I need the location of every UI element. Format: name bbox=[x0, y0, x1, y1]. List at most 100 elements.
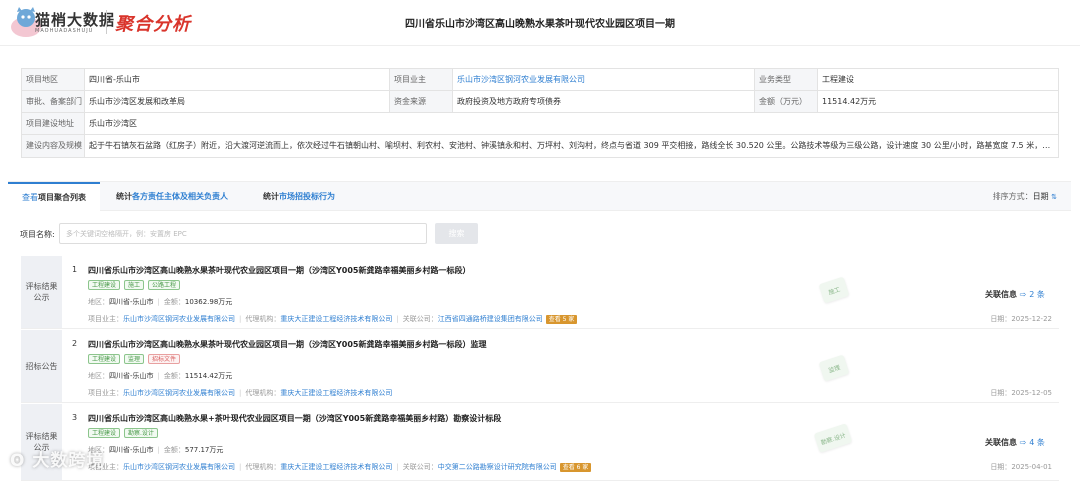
tab-bar: 查看项目聚合列表 统计各方责任主体及相关负责人 统计市场招投标行为 排序方式：日… bbox=[8, 181, 1071, 211]
owner-link[interactable]: 乐山市沙湾区钢河农业发展有限公司 bbox=[123, 315, 235, 323]
row-index: 2 bbox=[72, 339, 78, 348]
owner-link[interactable]: 乐山市沙湾区钢河农业发展有限公司 bbox=[123, 463, 235, 471]
region-label: 地区： bbox=[88, 298, 109, 306]
info-label: 建设内容及规模 bbox=[22, 135, 85, 157]
row-parties: 项目业主：乐山市沙湾区钢河农业发展有限公司 | 代理机构：重庆大正建设工程经济技术有… bbox=[88, 389, 393, 397]
category-stamp: 施工 bbox=[818, 276, 850, 304]
view-companies-badge[interactable]: 查看 5 家 bbox=[545, 315, 578, 324]
tag: 勘察.设计 bbox=[124, 428, 158, 438]
tag: 施工 bbox=[124, 280, 145, 290]
row-index: 3 bbox=[72, 413, 78, 422]
list-item[interactable]: 招标公告 2 四川省乐山市沙湾区高山晚熟水果茶叶现代农业园区项目一期（沙湾区Y0… bbox=[21, 330, 1059, 403]
info-label: 项目业主 bbox=[390, 69, 453, 90]
agent-link[interactable]: 重庆大正建设工程经济技术有限公司 bbox=[280, 315, 392, 323]
tag-list: 工程建设 监理 招标文件 bbox=[88, 354, 181, 364]
amount-value: 577.17万元 bbox=[184, 446, 224, 454]
owner-label: 项目业主： bbox=[88, 389, 123, 397]
sort-control[interactable]: 排序方式：日期 ⇅ bbox=[993, 182, 1057, 212]
info-row: 建设内容及规模 起于牛石镇灰石盆路（红房子）附近，沿大渡河逆流而上，依次经过牛石… bbox=[22, 135, 1058, 157]
row-date: 日期：2025-12-05 bbox=[990, 388, 1052, 398]
related-link[interactable]: 中交第二公路勘察设计研究院有限公司 bbox=[438, 463, 557, 471]
amount-label: 金额： bbox=[163, 446, 185, 454]
tag-list: 工程建设 施工 公路工程 bbox=[88, 280, 181, 290]
agent-link[interactable]: 重庆大正建设工程经济技术有限公司 bbox=[280, 389, 392, 397]
info-value: 乐山市沙湾区发展和改革局 bbox=[85, 91, 390, 112]
arrow-right-icon: ⇨ bbox=[1019, 290, 1027, 299]
tag: 公路工程 bbox=[148, 280, 181, 290]
agent-label: 代理机构： bbox=[245, 315, 281, 323]
tab-label: 项目聚合列表 bbox=[38, 193, 86, 202]
amount-value: 10362.98万元 bbox=[184, 298, 233, 306]
tab-prefix: 查看 bbox=[22, 193, 38, 202]
tab-bidding-behavior[interactable]: 统计市场招投标行为 bbox=[263, 182, 335, 211]
row-title-link[interactable]: 四川省乐山市沙湾区高山晚熟水果茶叶现代农业园区项目一期（沙湾区Y005新龚路幸福… bbox=[88, 339, 487, 350]
tab-aggregate-list[interactable]: 查看项目聚合列表 bbox=[8, 182, 100, 211]
info-label: 项目地区 bbox=[22, 69, 85, 90]
info-row: 审批、备案部门 乐山市沙湾区发展和改革局 资金来源 政府投资及地方政府专项债券 … bbox=[22, 91, 1058, 113]
date-value: 2025-12-22 bbox=[1011, 315, 1052, 323]
sort-icon: ⇅ bbox=[1051, 193, 1057, 201]
row-title-link[interactable]: 四川省乐山市沙湾区高山晚熟水果+茶叶现代农业园区项目一期（沙湾区Y005新龚路幸… bbox=[88, 413, 501, 424]
agent-link[interactable]: 重庆大正建设工程经济技术有限公司 bbox=[280, 463, 392, 471]
search-button[interactable]: 搜索 bbox=[435, 223, 478, 244]
row-date: 日期：2025-12-22 bbox=[990, 314, 1052, 324]
tab-prefix: 统计 bbox=[116, 192, 132, 201]
info-value: 11514.42万元 bbox=[822, 97, 877, 106]
watermark-text: 大数跨境 bbox=[32, 451, 105, 471]
related-count: 2 条 bbox=[1029, 290, 1045, 299]
arrow-right-icon: ⇨ bbox=[1019, 438, 1027, 447]
sort-label: 排序方式： bbox=[992, 192, 1033, 201]
related-count: 4 条 bbox=[1029, 438, 1045, 447]
agent-label: 代理机构： bbox=[245, 463, 281, 471]
info-label: 资金来源 bbox=[390, 91, 453, 112]
top-header: 猫梢大数据 MAOHUADASHUJU 聚合分析 四川省乐山市沙湾区高山晚熟水果… bbox=[0, 0, 1080, 46]
category-stamp: 勘察.设计 bbox=[813, 423, 853, 453]
list-item[interactable]: 评标结果公示 1 四川省乐山市沙湾区高山晚熟水果茶叶现代农业园区项目一期（沙湾区… bbox=[21, 256, 1059, 329]
related-info-label: 关联信息 bbox=[985, 290, 1017, 299]
date-value: 2025-04-01 bbox=[1011, 463, 1052, 471]
row-meta: 地区：四川省-乐山市 | 金额：577.17万元 bbox=[88, 446, 224, 454]
search-label: 项目名称: bbox=[20, 230, 55, 239]
owner-link[interactable]: 乐山市沙湾区钢河农业发展有限公司 bbox=[123, 389, 235, 397]
tender-document-tag[interactable]: 招标文件 bbox=[148, 354, 181, 364]
related-label: 关联公司： bbox=[402, 463, 438, 471]
amount-value: 11514.42万元 bbox=[184, 372, 233, 380]
related-info-label: 关联信息 bbox=[985, 438, 1017, 447]
info-label: 项目建设地址 bbox=[22, 113, 85, 134]
owner-label: 项目业主： bbox=[88, 315, 123, 323]
region-label: 地区： bbox=[88, 372, 109, 380]
tag-list: 工程建设 勘察.设计 bbox=[88, 428, 158, 438]
notice-type: 招标公告 bbox=[21, 330, 62, 402]
row-meta: 地区：四川省-乐山市 | 金额：10362.98万元 bbox=[88, 298, 233, 306]
related-info-link[interactable]: 关联信息 ⇨ 4 条 bbox=[985, 437, 1045, 448]
tab-responsible-parties[interactable]: 统计各方责任主体及相关负责人 bbox=[116, 182, 228, 211]
tag: 工程建设 bbox=[88, 428, 121, 438]
amount-label: 金额： bbox=[163, 298, 185, 306]
region-value: 四川省-乐山市 bbox=[109, 446, 154, 454]
date-label: 日期： bbox=[990, 389, 1012, 397]
related-label: 关联公司： bbox=[402, 315, 438, 323]
row-parties: 项目业主：乐山市沙湾区钢河农业发展有限公司 | 代理机构：重庆大正建设工程经济技术有… bbox=[88, 462, 592, 472]
tab-label: 各方责任主体及相关负责人 bbox=[132, 192, 228, 201]
tab-label: 市场招投标行为 bbox=[279, 192, 335, 201]
info-row: 项目建设地址 乐山市沙湾区 bbox=[22, 113, 1058, 135]
region-value: 四川省-乐山市 bbox=[109, 298, 154, 306]
owner-link[interactable]: 乐山市沙湾区钢河农业发展有限公司 bbox=[453, 69, 755, 90]
related-info-link[interactable]: 关联信息 ⇨ 2 条 bbox=[985, 289, 1045, 300]
related-link[interactable]: 江西省四通路桥建设集团有限公司 bbox=[438, 315, 543, 323]
search-input[interactable] bbox=[59, 223, 427, 244]
list-item[interactable]: 评标结果公示 3 四川省乐山市沙湾区高山晚熟水果+茶叶现代农业园区项目一期（沙湾… bbox=[21, 404, 1059, 481]
info-label: 金额（万元） bbox=[755, 91, 818, 112]
row-parties: 项目业主：乐山市沙湾区钢河农业发展有限公司 | 代理机构：重庆大正建设工程经济技术有… bbox=[88, 314, 578, 324]
tag: 工程建设 bbox=[88, 354, 121, 364]
row-meta: 地区：四川省-乐山市 | 金额：11514.42万元 bbox=[88, 372, 233, 380]
notice-type: 评标结果公示 bbox=[21, 256, 62, 328]
info-label: 业务类型 bbox=[755, 69, 818, 90]
tag: 监理 bbox=[124, 354, 145, 364]
row-date: 日期：2025-04-01 bbox=[990, 462, 1052, 472]
info-value: 起于牛石镇灰石盆路（红房子）附近，沿大渡河逆流而上，依次经过牛石镇朝山村、喻坝村… bbox=[89, 141, 1058, 150]
row-title-link[interactable]: 四川省乐山市沙湾区高山晚熟水果茶叶现代农业园区项目一期（沙湾区Y005新龚路幸福… bbox=[88, 265, 471, 276]
sort-value: 日期 bbox=[1032, 192, 1049, 201]
tag: 工程建设 bbox=[88, 280, 121, 290]
view-companies-badge[interactable]: 查看 6 家 bbox=[559, 463, 592, 472]
